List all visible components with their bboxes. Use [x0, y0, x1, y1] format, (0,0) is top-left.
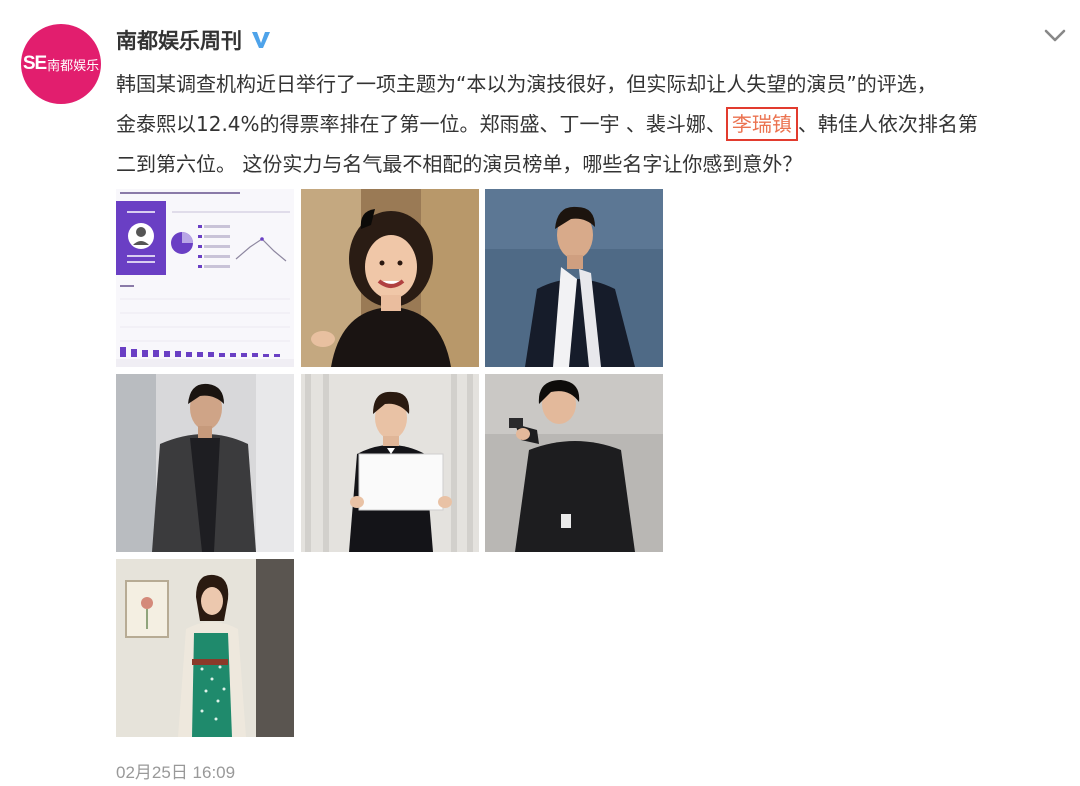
verified-badge-icon [249, 28, 273, 52]
chart-thumbnail[interactable] [116, 189, 294, 367]
logo-cn: 南都娱乐 [47, 58, 100, 74]
post-text-segment: 、韩佳人依次排名第 [797, 112, 978, 136]
avatar[interactable]: SE 南都娱乐 [21, 24, 101, 104]
actress-photo[interactable] [116, 559, 294, 737]
logo-se: SE [22, 53, 47, 74]
actor-photo[interactable] [485, 189, 663, 367]
actress-photo[interactable] [301, 189, 479, 367]
post-text-line: 二到第六位。 这份实力与名气最不相配的演员榜单，哪些名字让你感到意外？ [116, 152, 803, 176]
post-text-line: 韩国某调查机构近日举行了一项主题为“本以为演技很好，但实际却让人失望的演员”的评… [116, 72, 937, 96]
post-text-segment: 金泰熙以12.4%的得票率排在了第一位。郑雨盛、丁一宇 、裴斗娜、 [116, 112, 726, 136]
actress-photo[interactable] [485, 374, 663, 552]
author-name[interactable]: 南都娱乐周刊 [116, 25, 242, 55]
post-timestamp[interactable]: 02月25日 16:09 [116, 758, 235, 783]
post-text: 韩国某调查机构近日举行了一项主题为“本以为演技很好，但实际却让人失望的演员”的评… [116, 64, 1076, 184]
post-text-line: 金泰熙以12.4%的得票率排在了第一位。郑雨盛、丁一宇 、裴斗娜、 李瑞镇 、韩佳人… [116, 104, 1076, 144]
actor-photo[interactable] [116, 374, 294, 552]
chevron-down-icon[interactable] [1044, 28, 1066, 48]
brand-logo: SE 南都娱乐 [23, 53, 99, 75]
actor-photo[interactable] [301, 374, 479, 552]
author-row: 南都娱乐周刊 [116, 23, 273, 57]
highlighted-name[interactable]: 李瑞镇 [725, 107, 798, 141]
